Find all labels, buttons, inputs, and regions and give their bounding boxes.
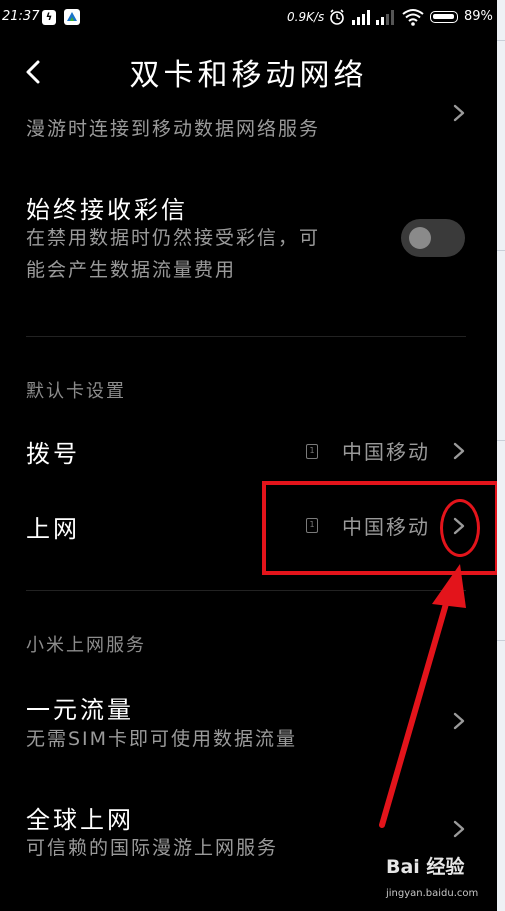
dial-label: 拨号 xyxy=(26,440,80,468)
watermark-logo: Bai 经验 xyxy=(386,856,465,878)
annotation-arrow-icon xyxy=(379,564,466,828)
baidu-watermark: Bai 经验 jingyan.baidu.com xyxy=(386,852,496,908)
one-yuan-title: 一元流量 xyxy=(26,696,134,724)
status-time: 21:37 xyxy=(2,9,40,24)
internet-label: 上网 xyxy=(26,515,80,543)
strip-line xyxy=(497,250,505,251)
network-speed: 0.9K/s xyxy=(287,10,325,24)
chevron-right-icon xyxy=(453,104,465,122)
phone-screen: 21:37 ϟ 0.9K/s 89% 双卡和移动网络 漫游时连接到移动数据网络服… xyxy=(0,0,497,911)
status-bar: 21:37 ϟ 0.9K/s 89% xyxy=(0,0,497,36)
divider xyxy=(26,336,466,337)
dial-value: 中国移动 xyxy=(342,440,430,464)
sim-card-icon: 1 xyxy=(306,444,318,459)
annotation-highlight-circle xyxy=(440,499,480,557)
mms-toggle[interactable] xyxy=(401,219,465,257)
mms-subtitle-line1: 在禁用数据时仍然接受彩信，可 xyxy=(26,227,321,249)
strip-line xyxy=(497,440,505,441)
global-subtitle: 可信赖的国际漫游上网服务 xyxy=(26,837,279,859)
strip-line xyxy=(497,40,505,41)
xiaomi-services-section-header: 小米上网服务 xyxy=(26,635,146,656)
strip-line xyxy=(497,640,505,641)
toggle-knob xyxy=(409,227,431,249)
lightning-app-icon: ϟ xyxy=(42,10,56,25)
wifi-icon xyxy=(402,8,424,30)
battery-icon xyxy=(430,11,458,23)
page-title: 双卡和移动网络 xyxy=(129,58,368,93)
mms-title: 始终接收彩信 xyxy=(26,196,188,224)
signal-icon xyxy=(352,8,398,30)
roaming-subtitle: 漫游时连接到移动数据网络服务 xyxy=(26,118,321,140)
background-page-strip xyxy=(497,0,505,911)
mms-subtitle-line2: 能会产生数据流量费用 xyxy=(26,259,237,281)
one-yuan-subtitle: 无需SIM卡即可使用数据流量 xyxy=(26,728,298,750)
app-notification-icon xyxy=(64,9,80,25)
battery-percent: 89% xyxy=(464,9,493,24)
watermark-url: jingyan.baidu.com xyxy=(386,888,479,899)
global-title: 全球上网 xyxy=(26,806,134,834)
alarm-icon xyxy=(328,8,346,30)
chevron-right-icon xyxy=(453,442,465,460)
default-card-section-header: 默认卡设置 xyxy=(26,381,126,402)
